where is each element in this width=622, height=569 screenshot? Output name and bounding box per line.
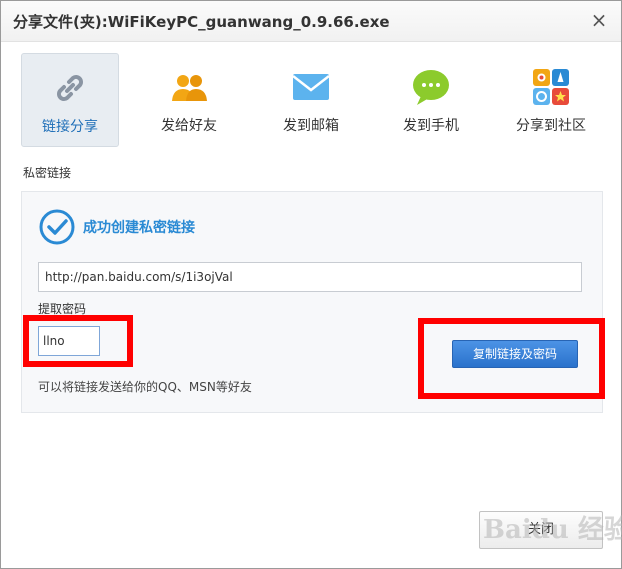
share-url-field[interactable] <box>38 262 582 292</box>
share-dialog: 分享文件(夹):WiFiKeyPC_guanwang_0.9.66.exe × … <box>0 0 622 569</box>
mail-icon <box>292 74 330 100</box>
tab-send-to-friends[interactable]: 发给好友 <box>141 53 237 145</box>
copy-button-highlight-box <box>418 318 605 399</box>
tab-link-share[interactable]: 链接分享 <box>21 53 119 147</box>
tab-send-to-phone[interactable]: 发到手机 <box>383 53 479 145</box>
tab-label: 发到手机 <box>403 118 459 134</box>
tab-send-to-email[interactable]: 发到邮箱 <box>263 53 359 145</box>
sms-icon <box>413 70 449 105</box>
tab-label: 发到邮箱 <box>283 118 339 134</box>
dialog-title: 分享文件(夹):WiFiKeyPC_guanwang_0.9.66.exe <box>13 13 390 31</box>
share-hint-text: 可以将链接发送给你的QQ、MSN等好友 <box>38 380 252 394</box>
baidu-watermark: Baidu 经验 <box>483 515 622 545</box>
community-icon <box>533 69 569 105</box>
tab-label: 链接分享 <box>42 119 98 135</box>
friends-icon <box>172 75 207 101</box>
password-highlight-box <box>23 315 133 367</box>
tab-label: 分享到社区 <box>516 118 586 134</box>
private-link-section-label: 私密链接 <box>23 166 72 180</box>
success-check-icon <box>39 209 75 245</box>
tab-label: 发给好友 <box>161 118 217 134</box>
title-bar: 分享文件(夹):WiFiKeyPC_guanwang_0.9.66.exe × <box>1 1 621 42</box>
link-icon <box>57 75 83 101</box>
share-tabs: 链接分享 发给好友 发到邮箱 发到手机 分享到社区 <box>21 53 601 147</box>
success-message: 成功创建私密链接 <box>83 220 195 236</box>
tab-share-to-community[interactable]: 分享到社区 <box>503 53 599 145</box>
close-icon[interactable]: × <box>589 10 609 30</box>
